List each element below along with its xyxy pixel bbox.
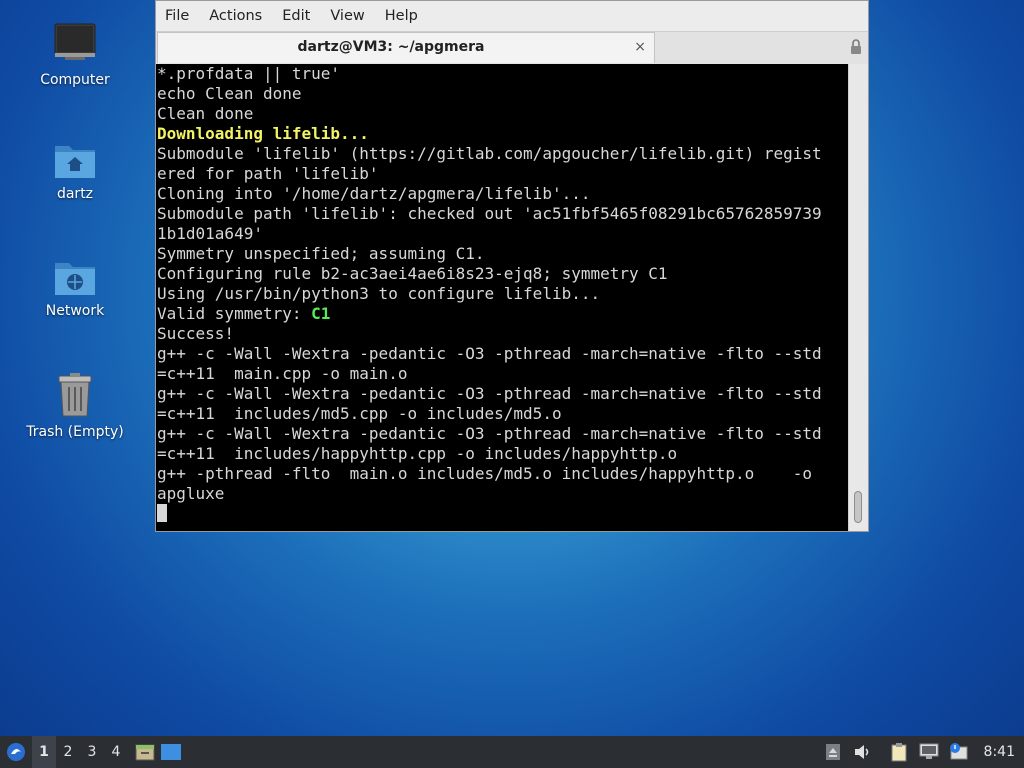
terminal-line: Using /usr/bin/python3 to configure life… [157,284,601,303]
workspace-3[interactable]: 3 [80,736,104,768]
system-tray: 8:41 [818,736,1024,768]
menu-edit[interactable]: Edit [272,1,320,31]
update-notifier[interactable] [822,741,844,763]
terminal-scrollbar[interactable] [848,64,868,531]
menu-actions[interactable]: Actions [199,1,272,31]
network-wired-icon [919,743,939,759]
app-menu-button[interactable] [0,736,32,768]
notification-area[interactable] [948,741,970,763]
desktop-icon-label: dartz [56,186,94,202]
volume-icon [854,745,868,759]
menu-file[interactable]: File [156,1,199,31]
desktop-icon [161,744,181,760]
desktop-icon-home[interactable]: dartz [20,140,130,202]
desktop-icon-trash[interactable]: Trash (Empty) [20,372,130,440]
terminal-window: File Actions Edit View Help dartz@VM3: ~… [155,0,869,532]
terminal-cursor [157,504,167,522]
terminal-line: g++ -c -Wall -Wextra -pedantic -O3 -pthr… [157,424,822,443]
eject-icon [825,744,840,760]
terminal-line: Symmetry unspecified; assuming C1. [157,244,485,263]
desktop-icon-label: Computer [40,72,110,88]
menu-help[interactable]: Help [375,1,428,31]
clipboard-manager[interactable] [888,741,910,763]
terminal-line: echo Clean done [157,84,302,103]
monitor-icon [54,23,96,60]
terminal-line: =c++11 includes/md5.cpp -o includes/md5.… [157,404,562,423]
distro-logo-icon [7,743,25,761]
file-manager-launcher[interactable] [132,736,158,768]
desktop-icon-label: Trash (Empty) [26,424,124,440]
tab-title: dartz@VM3: ~/apgmera [297,39,485,55]
network-status[interactable] [918,741,940,763]
menu-bar: File Actions Edit View Help [156,1,868,31]
terminal-line: ered for path 'lifelib' [157,164,379,183]
tab-bar: dartz@VM3: ~/apgmera × [156,31,868,65]
network-folder-icon [55,263,95,295]
terminal-line: Success! [157,324,235,343]
home-folder-icon [55,146,95,178]
file-manager-icon [135,744,155,761]
terminal-line: =c++11 includes/happyhttp.cpp -o include… [157,444,678,463]
workspace-4[interactable]: 4 [104,736,128,768]
notification-icon [949,743,968,760]
terminal-line-highlight: Downloading lifelib... [157,124,369,143]
close-icon[interactable]: × [634,33,646,62]
terminal-line: Configuring rule b2-ac3aei4ae6i8s23-ejq8… [157,264,668,283]
menu-view[interactable]: View [320,1,374,31]
symmetry-value: C1 [311,304,331,323]
trash-icon [58,373,92,417]
terminal-line: 1b1d01a649' [157,224,263,243]
lock-icon[interactable] [850,39,862,55]
terminal-line: g++ -c -Wall -Wextra -pedantic -O3 -pthr… [157,384,822,403]
workspace-1[interactable]: 1 [32,736,56,768]
desktop-icon-computer[interactable]: Computer [20,22,130,88]
terminal-line: apgluxe [157,484,225,503]
desktop-icon-label: Network [45,303,105,319]
terminal-line: Submodule path 'lifelib': checked out 'a… [157,204,822,223]
terminal-line: g++ -c -Wall -Wextra -pedantic -O3 -pthr… [157,344,822,363]
terminal-line: Valid symmetry: [157,304,312,323]
terminal-line: *.profdata || true' [157,64,341,83]
desktop-icon-network[interactable]: Network [20,257,130,319]
volume-control[interactable] [852,741,874,763]
terminal-line: g++ -pthread -flto main.o includes/md5.o… [157,464,813,483]
clipboard-icon [891,743,907,762]
taskbar: 1 2 3 4 8:41 [0,736,1024,768]
terminal-line: =c++11 main.cpp -o main.o [157,364,408,383]
terminal-output[interactable]: *.profdata || true' echo Clean done Clea… [156,64,848,531]
clock[interactable]: 8:41 [984,744,1015,760]
scrollbar-thumb[interactable] [854,491,862,523]
terminal-line: Clean done [157,104,254,123]
tab-terminal[interactable]: dartz@VM3: ~/apgmera × [157,32,655,63]
show-desktop-button[interactable] [158,736,184,768]
terminal-line: Cloning into '/home/dartz/apgmera/lifeli… [157,184,591,203]
workspace-2[interactable]: 2 [56,736,80,768]
terminal-line: Submodule 'lifelib' (https://gitlab.com/… [157,144,822,163]
